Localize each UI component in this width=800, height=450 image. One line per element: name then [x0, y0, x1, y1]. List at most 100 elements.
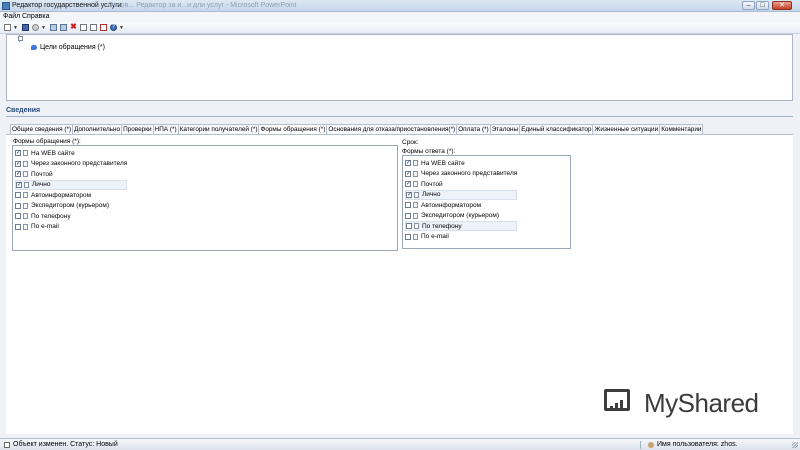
checkbox[interactable]: ✓ [405, 160, 411, 166]
list-item[interactable]: По e-mail [15, 222, 127, 232]
list-item[interactable]: ✓ Почтой [405, 179, 517, 189]
list-item[interactable]: Экспедитором (курьером) [15, 201, 127, 211]
balloon-icon [31, 45, 37, 50]
caret-icon[interactable]: ▼ [41, 25, 46, 32]
document-icon [23, 150, 28, 156]
tab-standards[interactable]: Эталоны [489, 124, 521, 134]
window-title: Редактор государственной услуги [12, 2, 122, 9]
tab-additional[interactable]: Дополнительно [72, 124, 123, 134]
tab-npa[interactable]: НПА (*) [152, 124, 179, 134]
document-icon [23, 171, 28, 177]
status-doc-icon [4, 442, 10, 448]
list-item-label: Через законного представителя [31, 160, 128, 167]
tab-refusal-grounds[interactable]: Основания для отказа/приостановления(*) [326, 124, 458, 134]
tree-item-goals[interactable]: Цели обращения (*) [31, 44, 105, 51]
tab-classifier[interactable]: Единый классификатор [519, 124, 594, 134]
tab-checks[interactable]: Проверки [121, 124, 154, 134]
tab-comments[interactable]: Комментарии [659, 124, 704, 134]
status-separator [640, 441, 641, 449]
document-icon [413, 202, 418, 208]
checkbox[interactable]: ✓ [15, 160, 21, 167]
list-item[interactable]: ✓ Почтой [15, 169, 127, 179]
tab-recipient-categories[interactable]: Категории получателей (*) [177, 124, 260, 134]
list-item-label: По e-mail [31, 223, 59, 230]
checkbox[interactable] [15, 202, 21, 209]
list-item-label: Экспедитором (курьером) [421, 212, 500, 219]
background-window-title: Основ... Редактор за и...и дли услуг - M… [108, 2, 297, 9]
checkbox[interactable]: ✓ [405, 181, 411, 187]
tab-payment[interactable]: Оплата (*) [456, 124, 491, 134]
save-icon[interactable] [22, 24, 29, 31]
checkbox[interactable]: ✓ [406, 191, 412, 198]
list-item-label: На WEB сайте [421, 159, 465, 167]
menu-file[interactable]: Файл [3, 13, 20, 20]
title-bar: Редактор государственной услуги Основ...… [0, 0, 800, 12]
tree-item-label: Цели обращения (*) [40, 44, 105, 51]
checkbox[interactable] [15, 213, 21, 219]
caret-icon[interactable]: ▼ [119, 25, 124, 32]
maximize-button[interactable]: □ [756, 1, 769, 10]
list-item-label: Почтой [421, 180, 443, 188]
menu-help[interactable]: Справка [22, 13, 49, 20]
checkbox[interactable] [405, 212, 411, 219]
request-forms-list[interactable]: ✓ На WEB сайте ✓ Через законного представит… [12, 145, 398, 251]
caret-icon[interactable]: ▼ [13, 25, 18, 32]
list-item[interactable]: ✓ Лично [15, 179, 127, 190]
watermark-text: MyShared [644, 388, 759, 418]
checkbox[interactable] [15, 223, 21, 230]
toolbar: ▼ ▼ ✖ ? ▼ [0, 22, 800, 34]
document-icon [23, 160, 28, 167]
resize-grip[interactable] [792, 442, 798, 448]
list-item-label: Автоинформатором [421, 201, 482, 209]
checkbox[interactable]: ✓ [16, 181, 22, 188]
list-item-label: Экспедитором (курьером) [31, 202, 110, 209]
list-item[interactable]: ✓ На WEB сайте [15, 148, 127, 158]
list-item[interactable]: По телефону [15, 211, 127, 221]
delete-icon[interactable]: ✖ [70, 23, 77, 31]
checkbox[interactable] [406, 223, 412, 229]
list-item[interactable]: По e-mail [405, 232, 517, 242]
list-item[interactable]: Экспедитором (курьером) [405, 211, 517, 221]
checkbox[interactable]: ✓ [15, 150, 21, 156]
grid-icon[interactable] [60, 24, 67, 31]
table-icon[interactable] [50, 24, 57, 31]
document-icon [23, 213, 28, 219]
tree-expander[interactable] [18, 36, 23, 41]
list-item[interactable]: По телефону [405, 221, 517, 231]
tab-life-situations[interactable]: Жизненные ситуации [592, 124, 661, 134]
list-item-label: По e-mail [421, 233, 449, 240]
tab-general[interactable]: Общие сведения (*) [10, 124, 74, 134]
checkbox[interactable] [15, 192, 21, 198]
list-item[interactable]: Автоинформатором [15, 190, 127, 200]
checkbox[interactable] [405, 233, 411, 240]
document-icon [24, 181, 29, 188]
close-button[interactable]: ✕ [772, 1, 792, 10]
list-item[interactable]: ✓ Через законного представителя [15, 159, 127, 169]
watermark: MyShared [604, 388, 759, 419]
document-icon [413, 212, 418, 219]
copy-icon[interactable] [80, 24, 87, 31]
term-label: Срок: [402, 139, 419, 146]
list-item[interactable]: ✓ На WEB сайте [405, 158, 517, 168]
help-icon[interactable]: ? [110, 24, 117, 31]
export-icon[interactable] [100, 24, 107, 31]
list-item-label: Почтой [31, 170, 53, 178]
list-item-label: По телефону [31, 212, 71, 220]
list-item-label: Через законного представителя [421, 170, 518, 177]
list-item[interactable]: ✓ Через законного представителя [405, 169, 517, 179]
checkbox[interactable]: ✓ [15, 171, 21, 177]
checkbox[interactable] [405, 202, 411, 208]
response-forms-list[interactable]: ✓ На WEB сайте ✓ Через законного представит… [402, 155, 571, 249]
refresh-icon[interactable] [32, 24, 39, 31]
response-forms-label: Формы ответа (*): [402, 148, 456, 155]
new-doc-icon[interactable] [4, 24, 11, 31]
document-icon [414, 191, 419, 198]
list-item[interactable]: Автоинформатором [405, 200, 517, 210]
checkbox[interactable]: ✓ [405, 170, 411, 177]
document-icon [23, 192, 28, 198]
minimize-button[interactable]: – [742, 1, 755, 10]
list-item[interactable]: ✓ Лично [405, 189, 517, 200]
list-item-label: Автоинформатором [31, 191, 92, 199]
document-icon [414, 223, 419, 229]
paste-icon[interactable] [90, 24, 97, 31]
